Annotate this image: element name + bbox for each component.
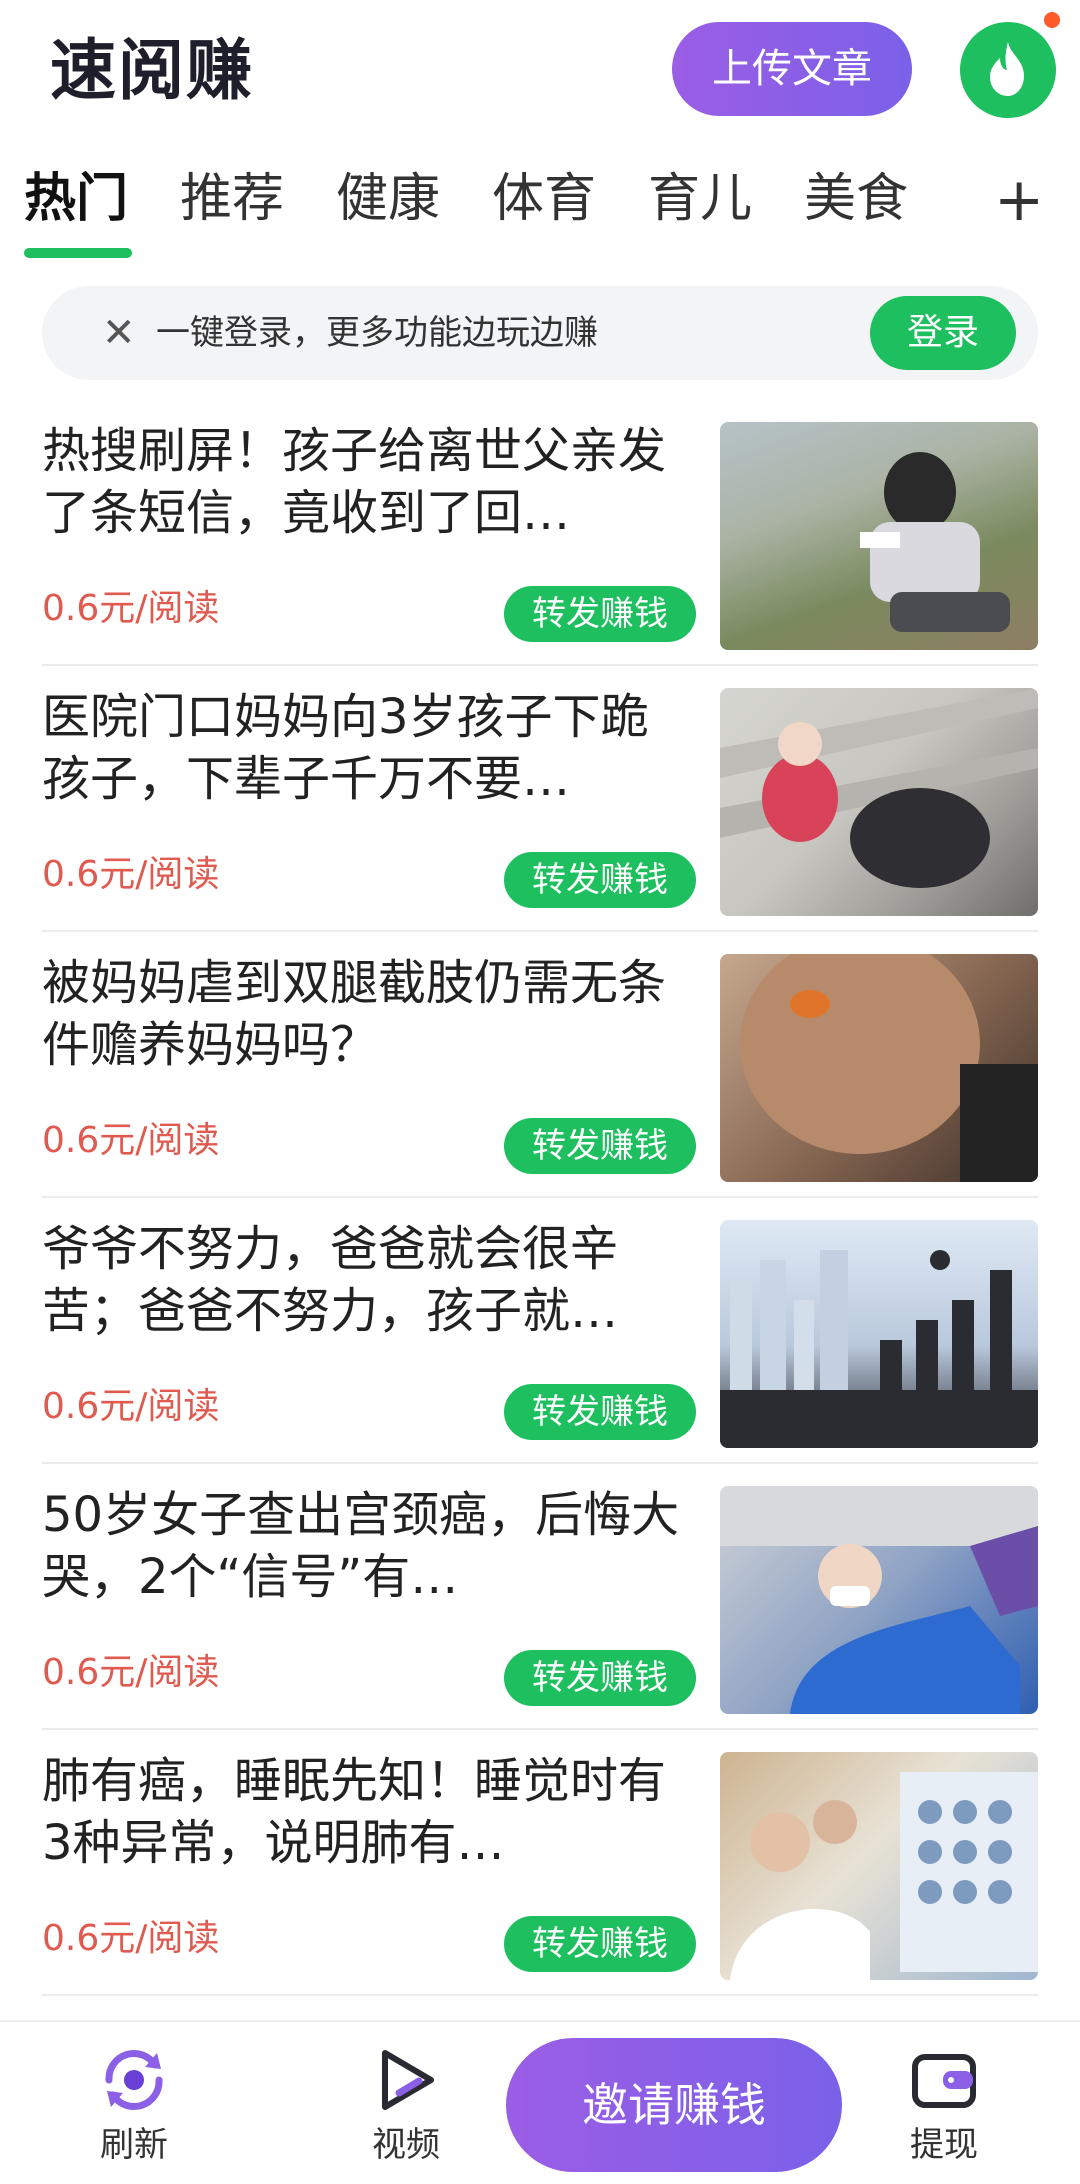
- tab-health[interactable]: 健康: [336, 164, 440, 234]
- hot-fire-button[interactable]: [960, 22, 1056, 118]
- refresh-icon: [94, 2040, 174, 2120]
- news-item[interactable]: 医院门口妈妈向3岁孩子下跪孩子，下辈子千万不要… 0.6元/阅读 转发赚钱: [0, 666, 1080, 932]
- share-earn-button[interactable]: 转发赚钱: [504, 586, 696, 642]
- news-thumbnail[interactable]: [720, 1220, 1038, 1448]
- news-price: 0.6元/阅读: [42, 1386, 220, 1427]
- bottom-nav: 刷新 视频 邀请赚钱 提现: [0, 2020, 1080, 2184]
- news-title[interactable]: 肺有癌，睡眠先知！睡觉时有3种异常，说明肺有…: [42, 1750, 692, 1874]
- login-banner: ✕ 一键登录，更多功能边玩边赚 登录: [42, 286, 1038, 380]
- city-silhouette-image: [720, 1250, 1038, 1448]
- injured-head-image: [740, 954, 1038, 1182]
- upload-article-button[interactable]: 上传文章: [672, 22, 912, 116]
- nav-video[interactable]: 视频: [326, 2040, 486, 2168]
- add-tab-button[interactable]: +: [994, 170, 1044, 230]
- active-tab-indicator: [24, 248, 132, 258]
- news-title[interactable]: 热搜刷屏！孩子给离世父亲发了条短信，竟收到了回…: [42, 420, 692, 544]
- news-price: 0.6元/阅读: [42, 1918, 220, 1959]
- child-writing-image: [860, 452, 1010, 632]
- invite-earn-button[interactable]: 邀请赚钱: [506, 2038, 842, 2172]
- share-earn-button[interactable]: 转发赚钱: [504, 1650, 696, 1706]
- news-title[interactable]: 50岁女子查出宫颈癌，后悔大哭，2个“信号”有…: [42, 1484, 692, 1608]
- news-thumbnail[interactable]: [720, 688, 1038, 916]
- category-tabs: 热门 推荐 健康 体育 育儿 美食 +: [0, 150, 1080, 260]
- news-item[interactable]: 肺有癌，睡眠先知！睡觉时有3种异常，说明肺有… 0.6元/阅读 转发赚钱: [0, 1730, 1080, 1996]
- news-thumbnail[interactable]: [720, 422, 1038, 650]
- share-earn-button[interactable]: 转发赚钱: [504, 852, 696, 908]
- nav-refresh[interactable]: 刷新: [54, 2040, 214, 2168]
- tab-food[interactable]: 美食: [804, 164, 908, 234]
- login-banner-text: 一键登录，更多功能边玩边赚: [156, 313, 598, 353]
- tab-recommend[interactable]: 推荐: [180, 164, 284, 234]
- nav-withdraw[interactable]: 提现: [864, 2040, 1024, 2168]
- news-price: 0.6元/阅读: [42, 1120, 220, 1161]
- share-earn-button[interactable]: 转发赚钱: [504, 1916, 696, 1972]
- divider: [42, 1994, 1038, 1996]
- header: 速阅赚 上传文章: [0, 0, 1080, 140]
- app-title: 速阅赚: [50, 32, 254, 109]
- kneeling-mother-image: [720, 688, 1038, 888]
- news-thumbnail[interactable]: [720, 954, 1038, 1182]
- news-item[interactable]: 爷爷不努力，爸爸就会很辛苦；爸爸不努力，孩子就… 0.6元/阅读 转发赚钱: [0, 1198, 1080, 1464]
- wallet-icon: [904, 2040, 984, 2120]
- close-icon[interactable]: ✕: [102, 308, 136, 358]
- tab-hot[interactable]: 热门: [24, 164, 128, 234]
- news-title[interactable]: 爷爷不努力，爸爸就会很辛苦；爸爸不努力，孩子就…: [42, 1218, 692, 1342]
- nav-withdraw-label: 提现: [910, 2125, 978, 2165]
- hospital-nurse-image: [720, 1486, 1038, 1714]
- nav-refresh-label: 刷新: [100, 2125, 168, 2165]
- tab-sports[interactable]: 体育: [492, 164, 596, 234]
- fire-icon: [990, 42, 1024, 96]
- news-item[interactable]: 热搜刷屏！孩子给离世父亲发了条短信，竟收到了回… 0.6元/阅读 转发赚钱: [0, 400, 1080, 666]
- login-button[interactable]: 登录: [870, 296, 1016, 370]
- news-item[interactable]: 被妈妈虐到双腿截肢仍需无条件赡养妈妈吗？ 0.6元/阅读 转发赚钱: [0, 932, 1080, 1198]
- news-thumbnail[interactable]: [720, 1752, 1038, 1980]
- nav-video-label: 视频: [372, 2125, 440, 2165]
- doctor-xray-image: [730, 1772, 1038, 1980]
- share-earn-button[interactable]: 转发赚钱: [504, 1384, 696, 1440]
- notification-dot: [1044, 12, 1060, 28]
- video-play-icon: [366, 2040, 446, 2120]
- share-earn-button[interactable]: 转发赚钱: [504, 1118, 696, 1174]
- news-title[interactable]: 医院门口妈妈向3岁孩子下跪孩子，下辈子千万不要…: [42, 686, 692, 810]
- news-list: 热搜刷屏！孩子给离世父亲发了条短信，竟收到了回… 0.6元/阅读 转发赚钱 医院…: [0, 400, 1080, 1996]
- news-title[interactable]: 被妈妈虐到双腿截肢仍需无条件赡养妈妈吗？: [42, 952, 692, 1076]
- news-price: 0.6元/阅读: [42, 1652, 220, 1693]
- news-item[interactable]: 50岁女子查出宫颈癌，后悔大哭，2个“信号”有… 0.6元/阅读 转发赚钱: [0, 1464, 1080, 1730]
- news-price: 0.6元/阅读: [42, 854, 220, 895]
- tab-parenting[interactable]: 育儿: [648, 164, 752, 234]
- news-thumbnail[interactable]: [720, 1486, 1038, 1714]
- news-price: 0.6元/阅读: [42, 588, 220, 629]
